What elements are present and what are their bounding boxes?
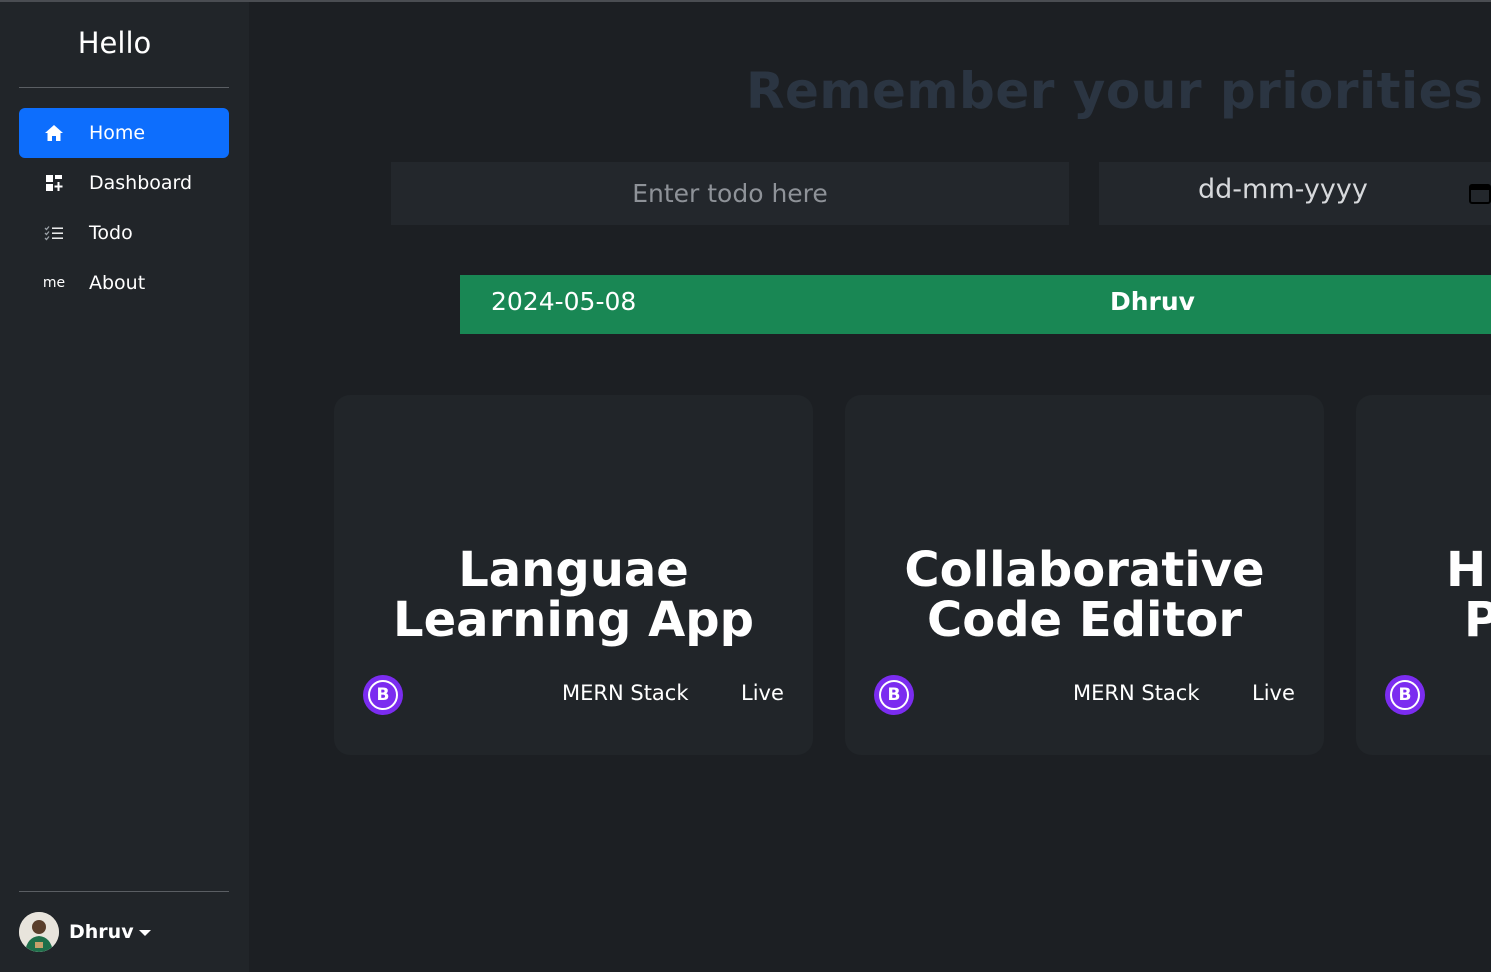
badge-letter: B [879,680,909,710]
card-title: Collaborative Code Editor [845,545,1324,645]
sidebar-nav: Home Dashboard Todo me About [19,108,229,308]
sidebar-item-label: Home [89,122,146,144]
card-title-line: Learning App [393,592,754,648]
card-title-line: Collaborative [904,542,1265,598]
calendar-icon[interactable] [1469,182,1491,208]
sidebar-divider-top [19,87,229,88]
date-placeholder: dd-mm-yyyy [1198,174,1368,205]
bootstrap-icon: B [363,675,403,715]
sidebar-item-todo[interactable]: Todo [19,208,229,258]
banner-name: Dhruv [1110,287,1195,316]
bootstrap-icon: B [1385,675,1425,715]
home-icon [19,124,89,142]
project-card: H P B [1356,395,1491,755]
project-card: Languae Learning App B MERN Stack Live [334,395,813,755]
user-name: Dhruv [69,921,134,943]
date-input[interactable]: dd-mm-yyyy [1099,162,1491,225]
badge-letter: B [1390,680,1420,710]
avatar-icon [19,912,59,952]
card-title: H P [1446,545,1491,645]
sidebar-item-about[interactable]: me About [19,258,229,308]
sidebar-item-label: Dashboard [89,172,193,194]
card-title-line: Code Editor [926,592,1243,648]
live-link[interactable]: Live [741,681,784,705]
sidebar-item-home[interactable]: Home [19,108,229,158]
todo-input[interactable] [391,162,1069,225]
card-title-line: H [1446,542,1487,598]
sidebar-item-label: About [89,272,146,294]
card-title: Languae Learning App [334,545,813,645]
me-text-icon: me [19,275,89,291]
list-check-icon [19,225,89,241]
card-title-line: P [1464,592,1491,648]
badge-letter: B [368,680,398,710]
sidebar-divider-bottom [19,891,229,892]
card-stack: MERN Stack [1073,681,1200,705]
sidebar-item-label: Todo [89,222,133,244]
dashboard-icon [19,174,89,192]
caret-down-icon [138,930,151,936]
card-title-line: Languae [458,542,689,598]
brand-title: Hello [77,26,152,60]
project-card: Collaborative Code Editor B MERN Stack L… [845,395,1324,755]
page-headline: Remember your priorities ! [746,62,1491,120]
live-link[interactable]: Live [1252,681,1295,705]
bootstrap-icon: B [874,675,914,715]
todo-banner: 2024-05-08 Dhruv [460,275,1491,334]
banner-date: 2024-05-08 [491,287,637,316]
sidebar: Hello Home Dashboard Todo me About Dhruv [0,2,249,972]
card-stack: MERN Stack [562,681,689,705]
user-dropdown[interactable]: Dhruv [19,912,151,952]
sidebar-item-dashboard[interactable]: Dashboard [19,158,229,208]
me-icon-text: me [42,275,66,291]
